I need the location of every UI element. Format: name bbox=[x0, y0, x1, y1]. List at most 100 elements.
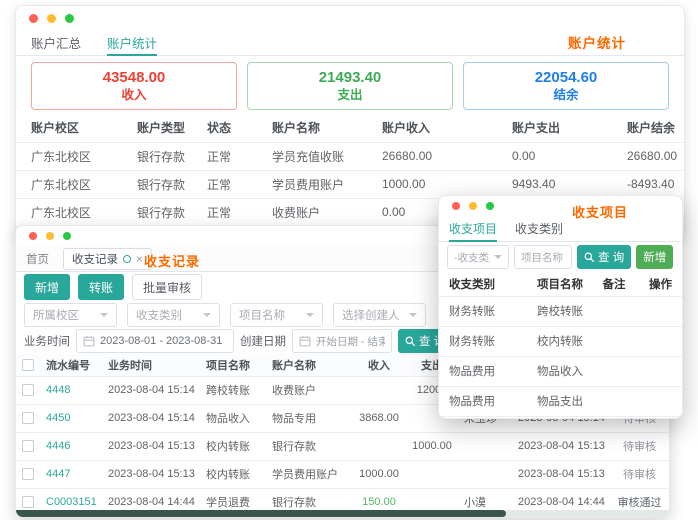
cell: 学员费用账户 bbox=[266, 460, 352, 489]
cell: 跨校转账 bbox=[531, 296, 589, 327]
col-project-name: 项目名称 bbox=[531, 272, 589, 297]
col-account-campus: 账户校区 bbox=[16, 114, 131, 143]
cell: 2023-08-04 15:14 bbox=[102, 404, 200, 433]
cell: 正常 bbox=[201, 142, 266, 171]
zoom-window-icon[interactable] bbox=[65, 13, 74, 23]
items-titlebar bbox=[439, 196, 682, 216]
search-button-label: 查 询 bbox=[598, 252, 625, 264]
income-total-value: 43548.00 bbox=[102, 69, 166, 87]
cell: 物品费用 bbox=[439, 386, 531, 417]
select-all-checkbox[interactable] bbox=[22, 358, 34, 371]
project-select[interactable]: 项目名称 bbox=[230, 303, 323, 327]
items-search-button[interactable]: 查 询 bbox=[577, 245, 632, 269]
create-date-placeholder: 开始日期 - 结束日期 bbox=[316, 335, 385, 348]
row-checkbox[interactable] bbox=[22, 412, 34, 425]
cell-serial-link[interactable]: 4450 bbox=[40, 404, 102, 433]
close-window-icon[interactable] bbox=[29, 13, 38, 23]
cell: 3868.00 bbox=[352, 404, 406, 433]
creator-select-value: 选择创建人 bbox=[342, 310, 400, 322]
item-row: 物品费用 物品收入 bbox=[439, 356, 682, 387]
cell: 校内转账 bbox=[531, 326, 589, 357]
row-checkbox[interactable] bbox=[22, 496, 34, 509]
items-category-select[interactable]: -收支类别- bbox=[447, 245, 509, 269]
accounts-titlebar bbox=[16, 6, 684, 30]
chevron-down-icon bbox=[100, 313, 108, 317]
minimize-window-icon[interactable] bbox=[47, 13, 56, 23]
minimize-window-icon[interactable] bbox=[469, 202, 477, 210]
cell: 26680.00 bbox=[621, 142, 684, 171]
expense-total-value: 21493.40 bbox=[318, 69, 382, 87]
horizontal-scrollbar[interactable] bbox=[16, 510, 669, 517]
transfer-button[interactable]: 转账 bbox=[78, 274, 125, 300]
cell: 银行存款 bbox=[131, 198, 201, 227]
tab-active-dot-icon bbox=[123, 254, 131, 263]
cell: 广东北校区 bbox=[16, 198, 131, 227]
cell: 校内转账 bbox=[200, 460, 266, 489]
add-button-label: 新增 bbox=[643, 252, 667, 264]
chevron-down-icon bbox=[409, 313, 417, 317]
items-annotation-label: 收支项目 bbox=[571, 205, 628, 220]
checkbox-cell bbox=[16, 460, 40, 489]
campus-select[interactable]: 所属校区 bbox=[24, 303, 117, 327]
checkbox-cell bbox=[16, 376, 40, 405]
row-checkbox[interactable] bbox=[22, 440, 34, 453]
tab-income-expense-items[interactable]: 收支项目 bbox=[449, 216, 498, 242]
search-icon bbox=[584, 252, 595, 262]
category-select[interactable]: 收支类别 bbox=[127, 303, 220, 327]
col-action: 操作 bbox=[639, 272, 682, 297]
tab-records[interactable]: 收支记录 × bbox=[63, 247, 153, 270]
creator-select[interactable]: 选择创建人 bbox=[333, 303, 426, 327]
cell: 物品收入 bbox=[200, 404, 266, 433]
nav-home-link[interactable]: 首页 bbox=[26, 251, 49, 267]
business-time-label: 业务时间 bbox=[24, 336, 70, 348]
cell-serial-link[interactable]: 4448 bbox=[40, 376, 102, 405]
cell bbox=[352, 376, 406, 405]
close-window-icon[interactable] bbox=[29, 232, 37, 240]
cell: 物品收入 bbox=[531, 356, 589, 387]
cell-action bbox=[639, 386, 682, 417]
row-checkbox[interactable] bbox=[22, 384, 34, 397]
close-tab-icon[interactable]: × bbox=[136, 253, 143, 265]
items-project-name-input[interactable]: 项目名称 bbox=[514, 245, 572, 269]
cell-status: 待审核 bbox=[610, 432, 669, 461]
account-row: 广东北校区 银行存款 正常 学员充值收账 26680.00 0.00 26680… bbox=[16, 142, 684, 171]
create-date-range-input[interactable]: 开始日期 - 结束日期 bbox=[292, 329, 392, 353]
horizontal-scrollbar-thumb[interactable] bbox=[16, 510, 506, 517]
cell: 财务转账 bbox=[439, 326, 531, 357]
col-remark: 备注 bbox=[589, 272, 639, 297]
cell: 物品支出 bbox=[531, 386, 589, 417]
col-account-type: 账户类型 bbox=[131, 114, 201, 143]
cell: 0.00 bbox=[506, 142, 621, 171]
tab-income-expense-categories[interactable]: 收支类别 bbox=[515, 216, 563, 241]
accounts-annotation-label: 账户统计 bbox=[568, 36, 626, 51]
cell-serial-link[interactable]: 4447 bbox=[40, 460, 102, 489]
checkbox-cell bbox=[16, 404, 40, 433]
item-row: 物品费用 物品支出 bbox=[439, 386, 682, 417]
business-time-range-input[interactable]: 2023-08-01 - 2023-08-31 bbox=[76, 329, 234, 353]
cell: 银行存款 bbox=[131, 142, 201, 171]
cell-remark bbox=[589, 386, 639, 417]
accounts-header-row: 账户校区 账户类型 状态 账户名称 账户收入 账户支出 账户结余 bbox=[16, 114, 684, 143]
items-header-row: 收支类别 项目名称 备注 操作 bbox=[439, 272, 682, 297]
cell: 2023-08-04 15:13 bbox=[102, 460, 200, 489]
items-tabbar: 收支项目 收支类别 bbox=[439, 216, 682, 242]
tab-account-summary[interactable]: 账户汇总 bbox=[31, 30, 81, 55]
minimize-window-icon[interactable] bbox=[46, 232, 54, 240]
tab-account-statistics[interactable]: 账户统计 bbox=[107, 30, 158, 56]
cell-serial-link[interactable]: 4446 bbox=[40, 432, 102, 461]
zoom-window-icon[interactable] bbox=[63, 232, 71, 240]
cell: 正常 bbox=[201, 170, 266, 199]
cell: 银行存款 bbox=[131, 170, 201, 199]
item-row: 财务转账 跨校转账 bbox=[439, 296, 682, 327]
zoom-window-icon[interactable] bbox=[486, 202, 494, 210]
income-card-label: 收入 bbox=[121, 87, 147, 102]
items-table: 收支类别 项目名称 备注 操作 财务转账 跨校转账 财务转账 校内转账 物品费用 bbox=[439, 272, 682, 417]
batch-review-button[interactable]: 批量审核 bbox=[132, 274, 203, 300]
cell: 1000.00 bbox=[406, 432, 458, 461]
chevron-down-icon bbox=[494, 255, 502, 259]
cell: 学员费用账户 bbox=[266, 170, 376, 199]
add-record-button[interactable]: 新增 bbox=[24, 274, 71, 300]
close-window-icon[interactable] bbox=[452, 202, 460, 210]
row-checkbox[interactable] bbox=[22, 468, 34, 481]
items-add-button[interactable]: 新增 bbox=[636, 245, 674, 269]
